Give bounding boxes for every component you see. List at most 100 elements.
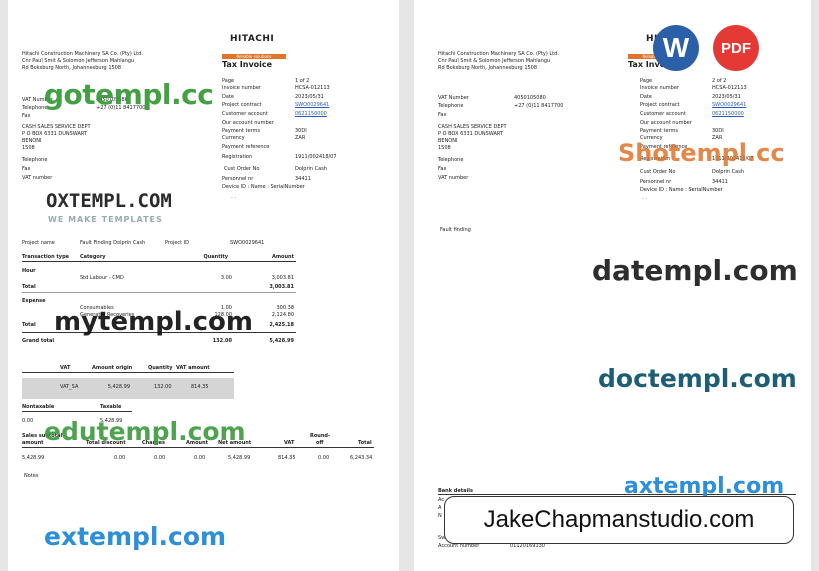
meta-value: 1 of 2 [295,78,310,84]
telephone-value: +27 (0)11 8417700 [514,103,564,109]
nontaxable-rule [22,411,132,412]
watermark-oxtempl-tagline: WE MAKE TEMPLATES [48,215,163,224]
hour-total-label: Total [22,284,36,290]
notes-label: Notes [24,473,39,479]
device-dashes: - - [231,195,237,201]
meta-label: Page [222,78,235,84]
col-quantity: Quantity [203,254,229,260]
customer-account-link[interactable]: 0621150000 [712,111,744,117]
summary-val-amount-2: 0.00 [194,455,206,461]
meta-value: 2 of 2 [712,78,727,84]
project-id-label: Project ID [165,240,190,246]
company-line-2: Cnr Paul Smit & Solomon Jefferson Mahlan… [22,58,135,64]
meta-value: Dolprin Cash [712,169,745,175]
telephone-label: Telephone [438,103,464,109]
watermark-edutempl: edutempl.com [44,417,246,446]
col-transaction-type: Transaction type [22,254,70,260]
pdf-download-icon[interactable]: PDF [713,25,759,71]
expense-total-label: Total [22,322,36,328]
hitachi-logo: HITACHI [230,34,275,44]
pdf-label: PDF [721,39,751,57]
meta-label: Cust Order No [640,169,676,175]
meta-label: Project contract [222,102,262,108]
meta-label: Customer account [640,111,686,117]
taxable-label: Taxable [100,404,122,410]
customer-line-1: CASH SALES SERVICE DEPT [22,124,91,130]
vat-cell-amount-origin: 5,428.99 [107,384,130,390]
section-rule [22,292,296,293]
summary-rule [22,447,374,448]
customer-line-2: P O BOX 6331 DUNSWART [22,131,88,137]
customer-line-1: CASH SALES SERVICE DEPT [438,124,507,130]
customer-line-3: BENONI [22,138,42,144]
meta-value: HCSA-012113 [295,85,330,91]
header-rule [22,261,296,262]
company-line-3: Rd Boksburg North, Johannesburg 1508 [438,65,538,71]
meta-label: Payment terms [222,128,260,134]
summary-val-total: 6,243.34 [350,455,373,461]
col-amount: Amount [271,254,294,260]
meta-value: 34411 [712,179,728,185]
meta-label: Cust Order No [224,166,260,172]
meta-value: ZAR [295,135,306,141]
meta-value: 2023/05/31 [712,94,741,100]
meta-label: Invoice number [640,85,679,91]
vat-col-quantity: Quantity [148,365,173,371]
meta-value: 30DI [295,128,307,134]
meta-label: Currency [222,135,245,141]
line-item-category: Std Labour - CMD [80,275,124,281]
meta-label: Project contract [640,102,680,108]
summary-val-amount: 5,428.99 [22,455,45,461]
summary-val-roundoff: 0.00 [318,455,330,461]
customer-fax-label: Fax [438,166,447,172]
watermark-datempl: datempl.com [592,254,798,287]
project-name-label: Project name [22,240,55,246]
jakechapman-text: JakeChapmanstudio.com [483,506,755,533]
grand-total-amount: 5,428.99 [269,338,294,344]
doc-title: Tax Invoice [222,60,273,69]
meta-label: Invoice number [222,85,261,91]
grand-total-label: Grand total [22,338,55,344]
summary-val-charges: 0.00 [154,455,166,461]
meta-value: 30DI [712,128,724,134]
line-item-amount: 3,003.81 [271,275,294,281]
watermark-gotempl: gotempl.cc [44,78,214,111]
meta-label: Date [222,94,234,100]
project-name-value: Fault Finding Dolprin Cash [80,240,146,246]
customer-line-2: P O BOX 6331 DUNSWART [438,131,504,137]
bank-row: A [438,505,442,511]
meta-label: Our account number [222,120,274,126]
meta-value: 34411 [295,176,311,182]
summary-round: Round- [310,433,331,439]
summary-col-vat: VAT [284,440,295,446]
company-line-3: Rd Boksburg North, Johannesburg 1508 [22,65,122,71]
expense-title: Expense [22,298,46,304]
hour-total-amount: 3,003.81 [269,284,294,290]
banner-reliable-solutions: Reliable solutions [222,54,286,59]
jakechapman-banner: JakeChapmanstudio.com [444,496,794,544]
watermark-doctempl: doctempl.com [598,364,797,393]
project-contract-link[interactable]: SWO0029641 [295,102,329,108]
summary-val-vat: 814.35 [278,455,296,461]
meta-label: Payment reference [222,144,270,150]
summary-val-net: 5,428.99 [228,455,251,461]
vat-col-amount-origin: Amount origin [92,365,133,371]
watermark-oxtempl: OXTEMPL.COM [46,190,172,212]
customer-account-link[interactable]: 0621150000 [295,111,327,117]
project-id-value: SWO0029641 [230,240,265,246]
word-download-icon[interactable]: W [653,25,699,71]
company-line-1: Hitachi Construction Machinery SA Co. (P… [438,51,559,57]
customer-line-4: 1508 [22,145,35,151]
grand-total-quantity: 132.00 [212,338,232,344]
vat-col-vat-amount: VAT amount [176,365,210,371]
bank-row: Ac [438,497,445,503]
invoice-page-1: HITACHI Reliable solutions Tax Invoice H… [8,0,399,571]
bank-row: N [438,513,442,519]
invoice-page-2: HITACHI Reliable solutions Tax Invoice H… [414,0,811,571]
summary-col-off: off [316,440,324,446]
device-dashes: - - [642,196,648,202]
fault-finding-text: Fault finding [440,227,471,233]
nontaxable-label: Nontaxable [22,404,55,410]
project-contract-link[interactable]: SWO0029641 [712,102,746,108]
meta-label: Personnel nr [222,176,254,182]
